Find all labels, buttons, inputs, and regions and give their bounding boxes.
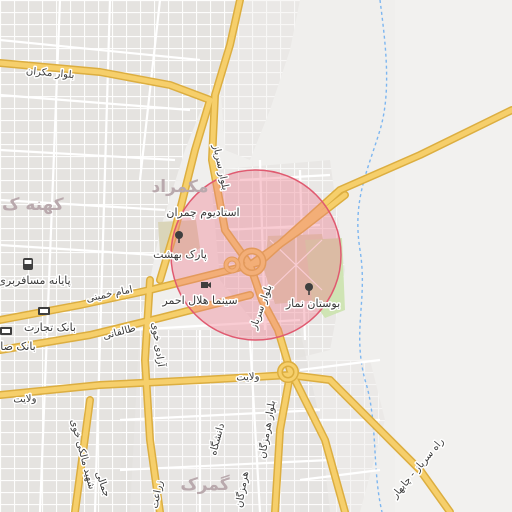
- road-label-velayat-east: ولایت: [236, 371, 260, 383]
- poi-label-bank-sepah: بانک صا: [0, 340, 36, 353]
- district-label-mokmorad: مکمراد: [152, 177, 209, 197]
- road-label-velayat-west: ولایت: [13, 393, 37, 405]
- bank-icon[interactable]: [38, 307, 50, 315]
- bus-icon[interactable]: [23, 258, 33, 270]
- poi-label-stadium: استادیوم چمران: [166, 206, 239, 219]
- poi-label-bank-tejarat: بانک تجارت: [24, 321, 76, 334]
- district-label-gomrok: گمرک: [180, 474, 229, 495]
- district-label-kohneh: کهنه ک: [2, 195, 64, 215]
- poi-label-park-behesht: پارک بهشت: [153, 248, 207, 261]
- poi-label-bustan-namaz: بوستان نماز: [285, 297, 340, 310]
- poi-label-cinema: سینما هلال احمر: [161, 294, 237, 307]
- map-canvas[interactable]: مکمراد کهنه ک گمرک بلوار مکران بلوار سرب…: [0, 0, 512, 512]
- poi-label-bus-terminal: پایانه مسافربری: [0, 274, 71, 287]
- bank-icon[interactable]: [0, 327, 12, 335]
- open-land: [395, 0, 512, 512]
